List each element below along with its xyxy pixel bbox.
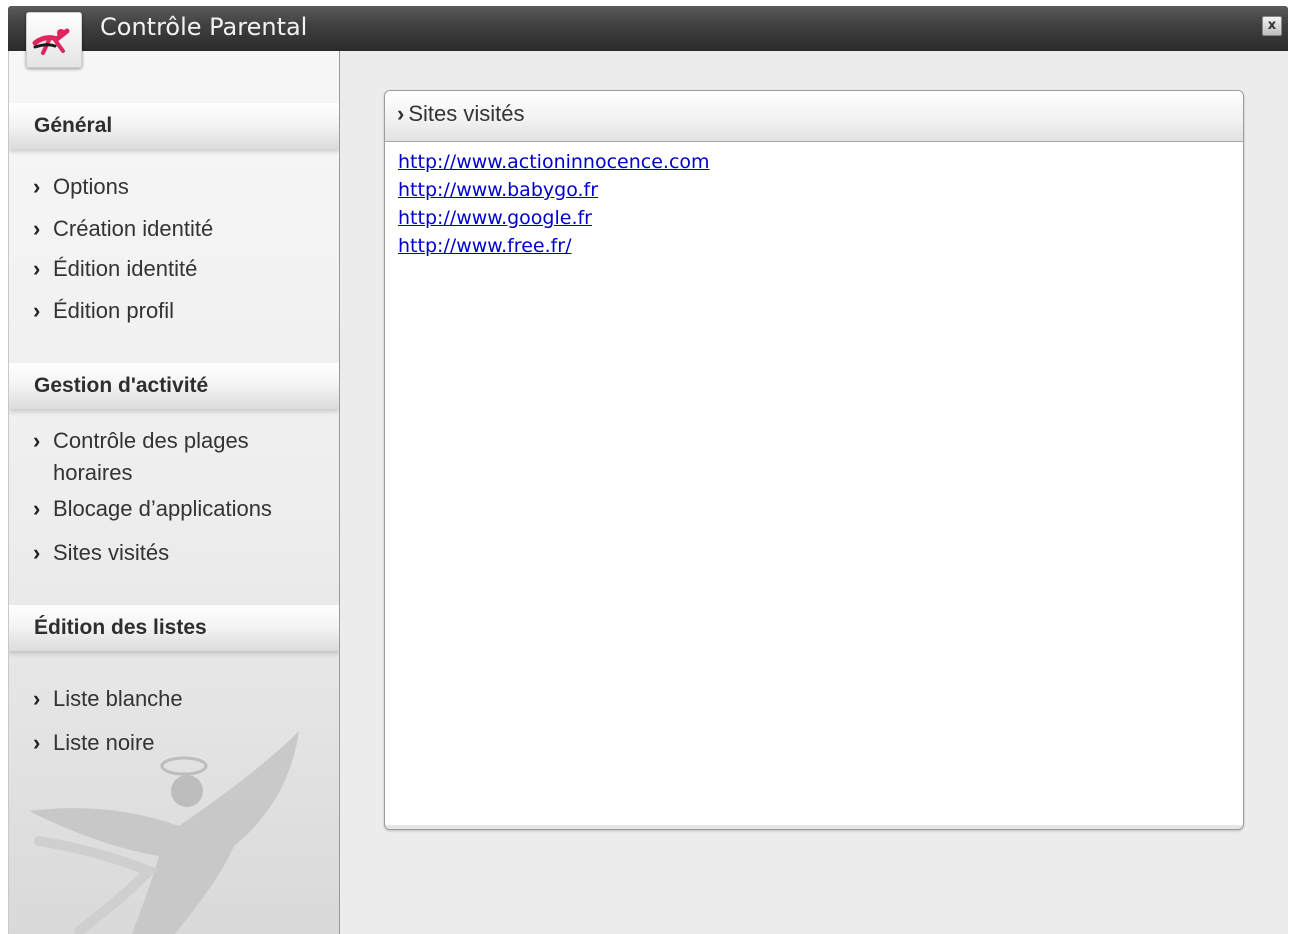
site-link[interactable]: http://www.babygo.fr (398, 176, 1243, 204)
dancing-figure-logo-icon (32, 28, 70, 55)
sidebar-item-label: Édition profil (53, 298, 175, 323)
sidebar-item-label: Liste blanche (53, 686, 183, 711)
site-link[interactable]: http://www.actioninnocence.com (398, 148, 1243, 176)
content-area: › Sites visités http://www.actioninnocenc… (340, 51, 1288, 934)
sidebar-item-label: Création identité (53, 216, 214, 241)
sidebar-item-liste-blanche[interactable]: › Liste blanche (33, 683, 183, 715)
chevron-right-icon: › (33, 686, 41, 711)
sites-visites-panel: › Sites visités http://www.actioninnocenc… (384, 90, 1244, 830)
chevron-right-icon: › (33, 216, 41, 241)
winged-angel-emblem-icon (29, 731, 299, 934)
sidebar-item-label-line1: Contrôle des plages (53, 428, 249, 453)
sidebar: Général › Options › Création identité › Édi… (8, 51, 341, 934)
sidebar-item-blocage-applications[interactable]: › Blocage d’applications (33, 493, 272, 525)
sidebar-item-sites-visites[interactable]: › Sites visités (33, 537, 169, 569)
section-header-gestion-activite: Gestion d'activité (9, 363, 339, 409)
sidebar-item-label: Sites visités (53, 540, 170, 565)
sidebar-item-controle-plages-horaires[interactable]: › Contrôle des plages horaires (33, 425, 249, 489)
site-list: http://www.actioninnocence.com http://ww… (385, 142, 1243, 260)
window-title: Contrôle Parental (100, 13, 308, 41)
section-header-general: Général (9, 103, 339, 149)
close-icon[interactable]: x (1262, 16, 1282, 36)
sidebar-item-label: Options (53, 174, 129, 199)
sidebar-item-creation-identite[interactable]: › Création identité (33, 213, 213, 245)
panel-bottom-edge (385, 825, 1243, 829)
chevron-right-icon: › (33, 174, 41, 199)
section-header-edition-listes: Édition des listes (9, 605, 339, 651)
site-link[interactable]: http://www.google.fr (398, 204, 1243, 232)
chevron-right-icon: › (33, 298, 41, 323)
chevron-right-icon: › (33, 540, 41, 565)
chevron-right-icon: › (397, 101, 405, 126)
panel-header: › Sites visités (385, 91, 1243, 142)
sidebar-item-options[interactable]: › Options (33, 171, 129, 203)
app-logo (26, 12, 82, 68)
site-link[interactable]: http://www.free.fr/ (398, 232, 1243, 260)
chevron-right-icon: › (33, 428, 41, 453)
chevron-right-icon: › (33, 256, 41, 281)
title-bar: Contrôle Parental x (8, 6, 1288, 51)
chevron-right-icon: › (33, 496, 41, 521)
panel-title: Sites visités (408, 101, 525, 126)
sidebar-item-label: Édition identité (53, 256, 198, 281)
sidebar-item-label: Blocage d’applications (53, 496, 272, 521)
sidebar-item-label-line2: horaires (53, 460, 133, 485)
sidebar-item-edition-profil[interactable]: › Édition profil (33, 295, 174, 327)
sidebar-item-edition-identite[interactable]: › Édition identité (33, 253, 197, 285)
